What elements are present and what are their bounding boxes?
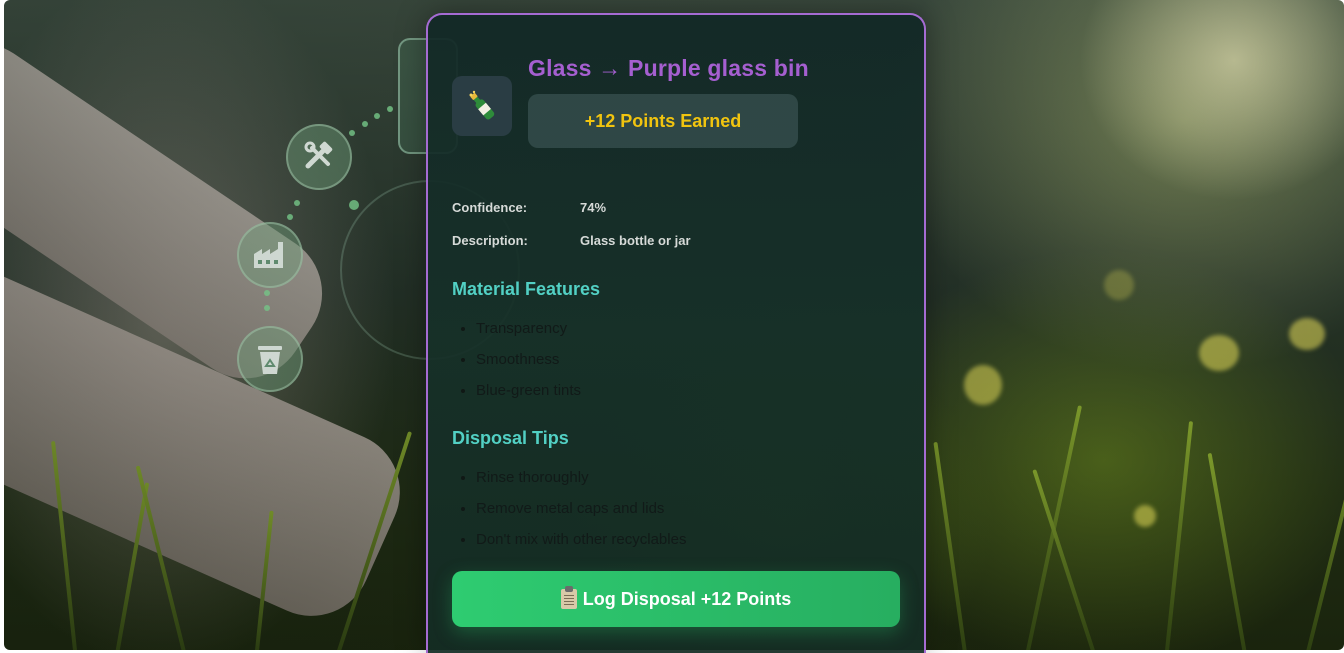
list-item: Remove metal caps and lids — [476, 498, 686, 529]
description-value: Glass bottle or jar — [580, 233, 691, 248]
list-item: Blue-green tints — [476, 380, 581, 411]
tools-icon — [286, 124, 352, 190]
disposal-tips-list: Rinse thoroughly Remove metal caps and l… — [476, 467, 686, 560]
description-row: Description: Glass bottle or jar — [452, 233, 691, 248]
result-title: Glass → Purple glass bin — [528, 55, 809, 81]
list-item: Don't mix with other recyclables — [476, 529, 686, 560]
factory-icon — [237, 222, 303, 288]
confidence-row: Confidence: 74% — [452, 200, 606, 215]
confidence-value: 74% — [580, 200, 607, 215]
result-card: Glass → Purple glass bin +12 Points Earn… — [426, 13, 926, 653]
champagne-bottle-icon — [452, 76, 512, 136]
log-disposal-label: Log Disposal +12 Points — [582, 588, 792, 609]
recycle-bin-icon — [237, 326, 303, 392]
arm-shape — [4, 20, 346, 402]
log-disposal-button[interactable]: Log Disposal +12 Points — [452, 571, 900, 627]
confidence-label: Confidence: — [452, 200, 528, 215]
material-features-list: Transparency Smoothness Blue-green tints — [476, 318, 581, 411]
points-earned-badge: +12 Points Earned — [528, 94, 798, 148]
disposal-tips-heading: Disposal Tips — [452, 428, 569, 448]
list-item: Rinse thoroughly — [476, 467, 686, 498]
description-label: Description: — [452, 233, 528, 248]
hand-shape — [4, 250, 420, 636]
list-item: Transparency — [476, 318, 581, 349]
list-item: Smoothness — [476, 349, 581, 380]
clipboard-icon — [560, 586, 577, 609]
material-features-heading: Material Features — [452, 279, 601, 299]
